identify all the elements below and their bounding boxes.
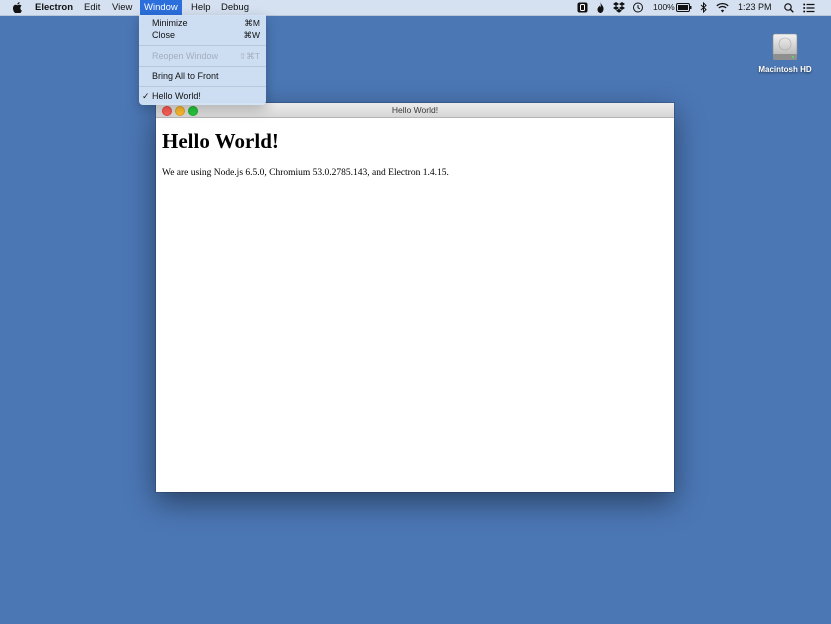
window-title: Hello World!	[391, 105, 439, 115]
time-machine-icon[interactable]	[632, 2, 644, 13]
menu-separator	[139, 86, 266, 87]
menu-separator	[139, 45, 266, 46]
menu-view[interactable]: View	[112, 0, 132, 15]
menu-bar: Electron Edit View Window Help Debug 100…	[0, 0, 831, 16]
window-menu-dropdown: Minimize ⌘M Close ⌘W Reopen Window ⇧⌘T B…	[139, 15, 266, 105]
menu-app-electron[interactable]: Electron	[35, 0, 73, 15]
menu-separator	[139, 66, 266, 67]
apple-icon[interactable]	[13, 2, 22, 13]
app-window: Hello World! Hello World! We are using N…	[156, 103, 674, 492]
menu-item-shortcut: ⇧⌘T	[239, 51, 260, 61]
desktop-icon-label: Macintosh HD	[758, 65, 812, 74]
bluetooth-icon[interactable]	[700, 2, 708, 13]
menu-item-bring-all-to-front[interactable]: Bring All to Front	[139, 70, 266, 82]
desktop-icon-macintosh-hd[interactable]: Macintosh HD	[754, 32, 816, 74]
wifi-icon[interactable]	[716, 2, 729, 13]
notification-center-icon[interactable]	[803, 2, 815, 13]
menu-item-hello-world[interactable]: ✓ Hello World!	[139, 90, 266, 102]
clock[interactable]: 1:23 PM	[738, 0, 772, 15]
menu-item-minimize[interactable]: Minimize ⌘M	[139, 17, 266, 29]
dropbox-icon[interactable]	[613, 2, 625, 13]
menu-help[interactable]: Help	[191, 0, 211, 15]
menu-item-shortcut: ⌘M	[244, 18, 260, 28]
status-app-icon[interactable]	[577, 2, 588, 13]
window-titlebar[interactable]: Hello World!	[156, 103, 674, 118]
menu-item-close[interactable]: Close ⌘W	[139, 29, 266, 41]
menu-item-label: Reopen Window	[152, 51, 219, 61]
hard-drive-icon	[771, 32, 799, 62]
flame-icon[interactable]	[597, 2, 604, 13]
menu-debug[interactable]: Debug	[221, 0, 249, 15]
menu-item-reopen-window: Reopen Window ⇧⌘T	[139, 50, 266, 62]
menu-item-label: Hello World!	[152, 91, 201, 101]
checkmark-icon: ✓	[142, 91, 150, 101]
menu-item-label: Close	[152, 30, 176, 40]
page-heading: Hello World!	[162, 129, 279, 153]
menu-edit[interactable]: Edit	[84, 0, 100, 15]
menu-item-shortcut: ⌘W	[243, 30, 260, 40]
battery-percent: 100%	[653, 2, 675, 12]
window-content: Hello World! We are using Node.js 6.5.0,…	[162, 129, 668, 178]
battery-icon[interactable]	[676, 2, 692, 13]
menu-item-label: Minimize	[152, 18, 188, 28]
version-text: We are using Node.js 6.5.0, Chromium 53.…	[162, 168, 449, 178]
menu-item-label: Bring All to Front	[152, 71, 219, 81]
search-icon[interactable]	[784, 2, 794, 13]
menu-window[interactable]: Window	[140, 0, 182, 15]
